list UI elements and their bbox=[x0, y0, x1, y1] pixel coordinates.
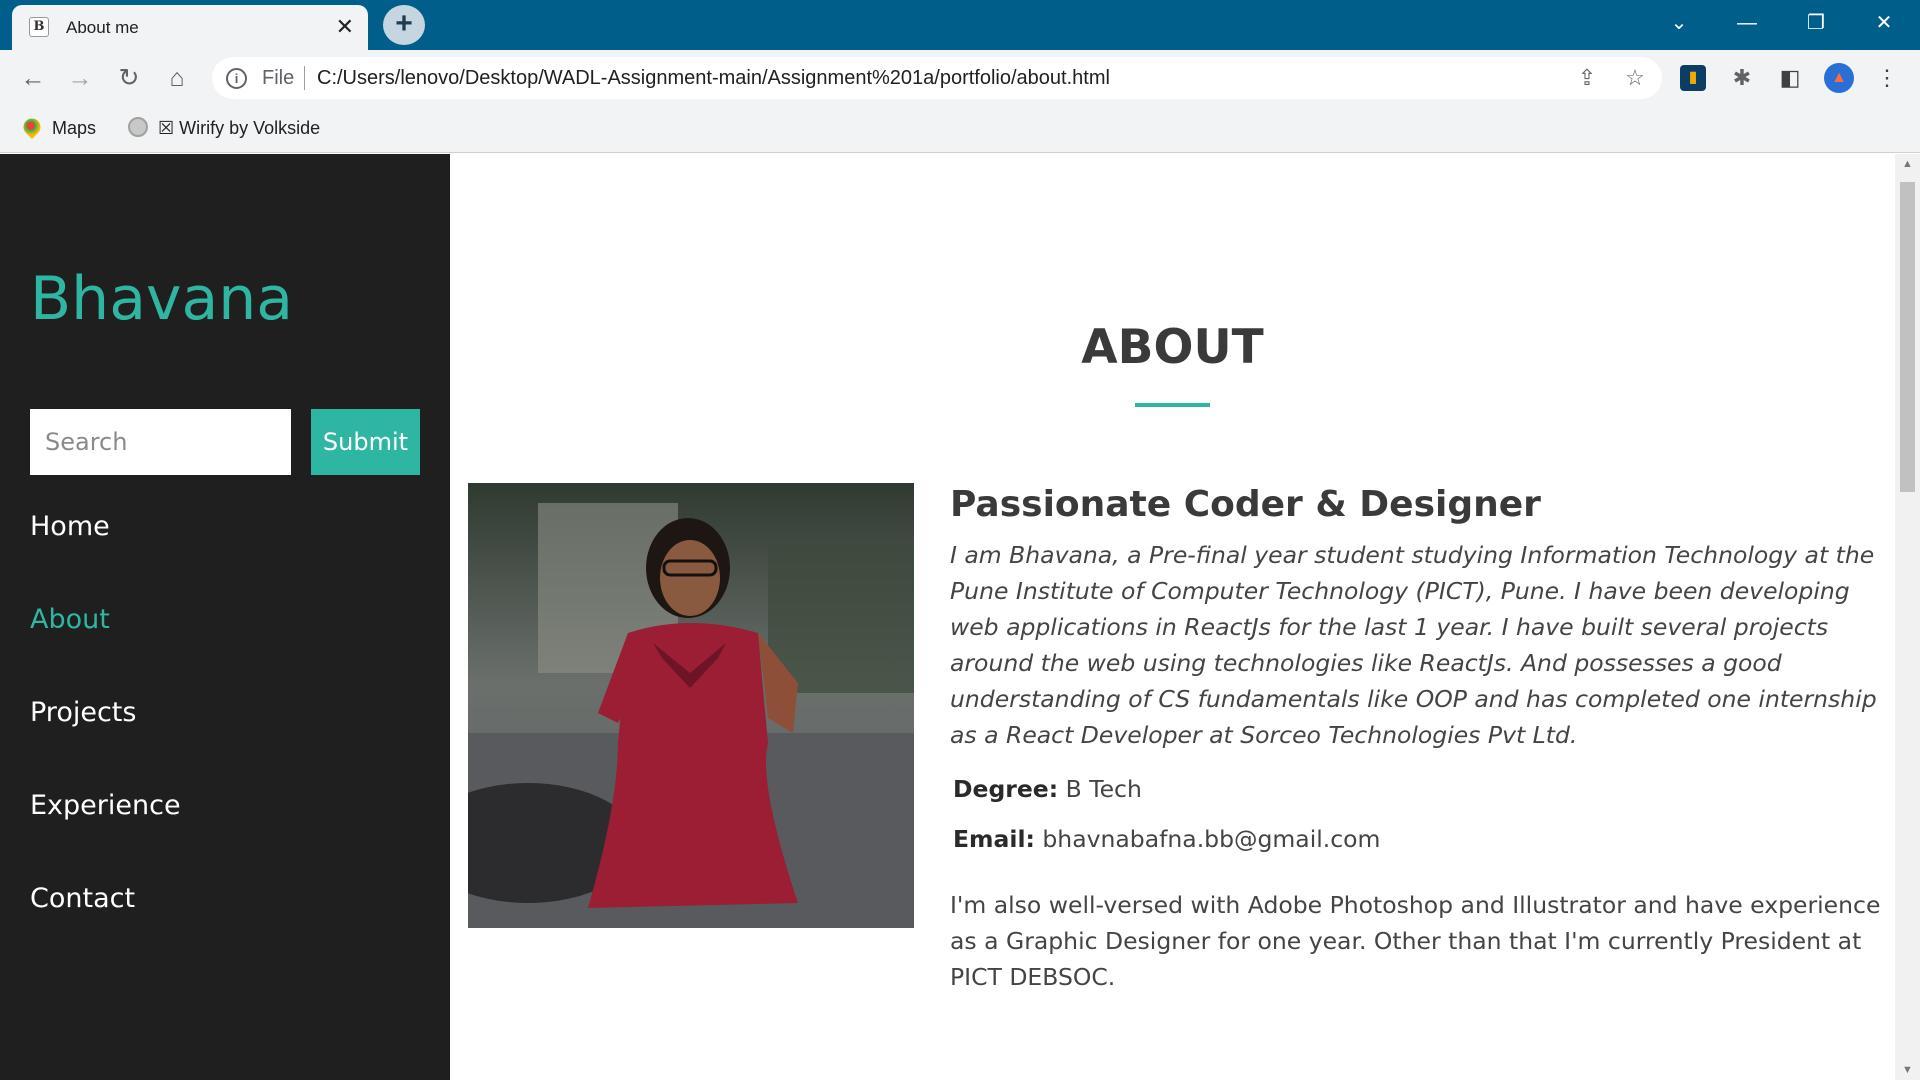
new-tab-button[interactable]: + bbox=[383, 5, 425, 45]
extensions-puzzle-icon[interactable]: ✱ bbox=[1727, 63, 1757, 93]
browser-tab[interactable]: B About me ✕ bbox=[12, 5, 368, 50]
degree-row: Degree: B Tech bbox=[953, 775, 1885, 803]
tab-title: About me bbox=[66, 18, 139, 37]
nav-item-experience[interactable]: Experience bbox=[30, 790, 181, 821]
bookmark-maps[interactable]: Maps bbox=[19, 114, 97, 140]
sidebar: Bhavana Submit Home About Projects Exper… bbox=[0, 154, 450, 1080]
page-viewport: Bhavana Submit Home About Projects Exper… bbox=[0, 154, 1920, 1080]
about-content: Passionate Coder & Designer I am Bhavana… bbox=[950, 484, 1885, 995]
info-icon[interactable]: i bbox=[226, 68, 247, 89]
title-underline bbox=[1135, 403, 1210, 407]
degree-value: B Tech bbox=[1065, 775, 1142, 803]
tab-close-icon[interactable]: ✕ bbox=[336, 14, 354, 40]
main-content: ABOUT Passionate Coder & Designer I am B… bbox=[450, 154, 1895, 1080]
minimize-button[interactable]: — bbox=[1727, 8, 1767, 38]
url-scheme: File bbox=[262, 67, 295, 89]
email-value: bhavnabafna.bb@gmail.com bbox=[1042, 825, 1381, 853]
nav-item-home[interactable]: Home bbox=[30, 511, 110, 542]
side-panel-icon[interactable]: ◧ bbox=[1775, 63, 1805, 93]
browser-toolbar: ← → ↻ ⌂ i File C:/Users/lenovo/Desktop/W… bbox=[0, 50, 1920, 106]
menu-kebab-icon[interactable]: ⋮ bbox=[1872, 63, 1902, 93]
nav-item-projects[interactable]: Projects bbox=[30, 697, 136, 728]
browser-tab-bar: B About me ✕ + ⌄ — ❐ ✕ bbox=[0, 0, 1920, 50]
globe-icon bbox=[128, 117, 148, 137]
bookmark-maps-label: Maps bbox=[52, 118, 97, 138]
nav-item-contact[interactable]: Contact bbox=[30, 883, 135, 914]
email-row: Email: bhavnabafna.bb@gmail.com bbox=[953, 825, 1885, 853]
page-scrollbar[interactable]: ▲ ▼ bbox=[1895, 154, 1920, 1080]
page-title: ABOUT bbox=[1081, 320, 1264, 375]
about-extra: I'm also well-versed with Adobe Photosho… bbox=[950, 891, 1881, 991]
maps-icon bbox=[19, 114, 45, 140]
degree-label: Degree: bbox=[953, 775, 1059, 803]
restore-button[interactable]: ❐ bbox=[1796, 8, 1836, 38]
bookmarks-bar: Maps ☒ Wirify by Volkside bbox=[0, 106, 1920, 153]
url-separator bbox=[304, 66, 305, 90]
close-window-button[interactable]: ✕ bbox=[1864, 8, 1904, 38]
bookmark-star-icon[interactable]: ☆ bbox=[1622, 65, 1648, 91]
profile-photo bbox=[468, 483, 914, 928]
about-heading: Passionate Coder & Designer bbox=[950, 484, 1541, 525]
forward-icon[interactable]: → bbox=[63, 61, 97, 95]
scroll-thumb[interactable] bbox=[1900, 182, 1915, 492]
profile-photo-graphic bbox=[468, 483, 914, 928]
scroll-down-icon[interactable]: ▼ bbox=[1895, 1064, 1920, 1076]
home-icon[interactable]: ⌂ bbox=[160, 61, 194, 95]
address-bar[interactable]: i File C:/Users/lenovo/Desktop/WADL-Assi… bbox=[212, 57, 1662, 99]
nav-item-about[interactable]: About bbox=[30, 604, 110, 635]
email-label: Email: bbox=[953, 825, 1035, 853]
analytics-extension-icon[interactable]: ▮ bbox=[1680, 65, 1706, 91]
reload-icon[interactable]: ↻ bbox=[112, 61, 146, 95]
brand-name: Bhavana bbox=[30, 264, 294, 334]
url-text[interactable]: C:/Users/lenovo/Desktop/WADL-Assignment-… bbox=[317, 67, 1110, 90]
search-input[interactable] bbox=[30, 409, 291, 475]
tab-favicon-icon: B bbox=[29, 17, 49, 37]
profile-avatar-icon[interactable]: ▲ bbox=[1824, 63, 1854, 93]
about-bio: I am Bhavana, a Pre-final year student s… bbox=[950, 541, 1877, 749]
bookmark-wirify[interactable]: ☒ Wirify by Volkside bbox=[128, 117, 320, 139]
scroll-up-icon[interactable]: ▲ bbox=[1895, 158, 1920, 170]
submit-button[interactable]: Submit bbox=[311, 409, 420, 475]
back-icon[interactable]: ← bbox=[16, 61, 50, 95]
share-icon[interactable]: ⇪ bbox=[1574, 65, 1600, 91]
tab-search-icon[interactable]: ⌄ bbox=[1659, 8, 1699, 38]
bookmark-wirify-label: ☒ Wirify by Volkside bbox=[158, 118, 321, 138]
